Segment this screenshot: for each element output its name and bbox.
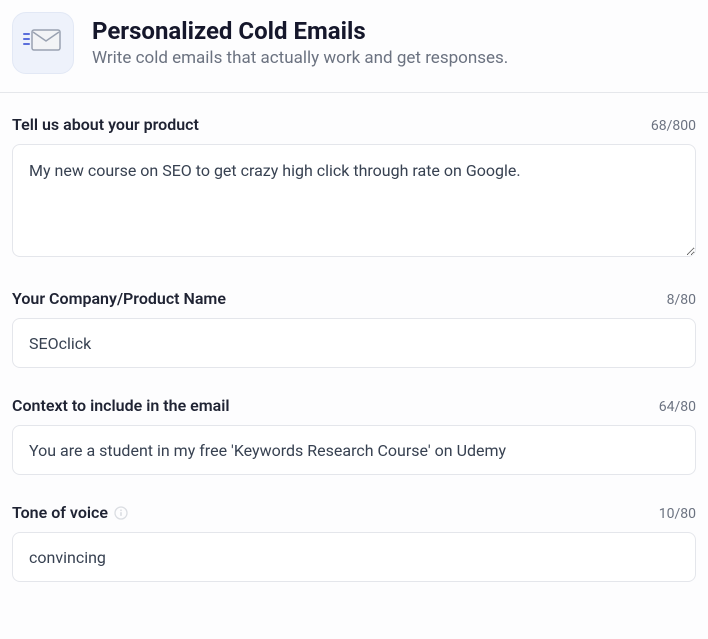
field-context: Context to include in the email 64/80: [12, 396, 696, 475]
header-text: Personalized Cold Emails Write cold emai…: [92, 12, 508, 68]
company-input[interactable]: [12, 318, 696, 368]
field-company: Your Company/Product Name 8/80: [12, 289, 696, 368]
product-textarea[interactable]: My new course on SEO to get crazy high c…: [12, 144, 696, 257]
label-row: Your Company/Product Name 8/80: [12, 289, 696, 308]
help-icon[interactable]: [114, 506, 128, 520]
tone-label: Tone of voice: [12, 503, 128, 522]
label-row: Tell us about your product 68/800: [12, 115, 696, 134]
page-title: Personalized Cold Emails: [92, 16, 508, 46]
company-counter: 8/80: [667, 292, 696, 308]
mail-icon: [23, 26, 63, 60]
tone-counter: 10/80: [659, 506, 696, 522]
context-counter: 64/80: [659, 399, 696, 415]
context-label: Context to include in the email: [12, 396, 230, 415]
form-container: Tell us about your product 68/800 My new…: [0, 93, 708, 622]
field-product: Tell us about your product 68/800 My new…: [12, 115, 696, 261]
label-row: Tone of voice 10/80: [12, 503, 696, 522]
tone-input[interactable]: [12, 532, 696, 582]
context-input[interactable]: [12, 425, 696, 475]
company-label: Your Company/Product Name: [12, 289, 226, 308]
tone-label-text: Tone of voice: [12, 503, 108, 522]
field-tone: Tone of voice 10/80: [12, 503, 696, 582]
page-subtitle: Write cold emails that actually work and…: [92, 48, 508, 68]
page-header: Personalized Cold Emails Write cold emai…: [0, 0, 708, 92]
product-counter: 68/800: [651, 118, 696, 134]
product-label: Tell us about your product: [12, 115, 199, 134]
template-icon-box: [12, 12, 74, 74]
label-row: Context to include in the email 64/80: [12, 396, 696, 415]
